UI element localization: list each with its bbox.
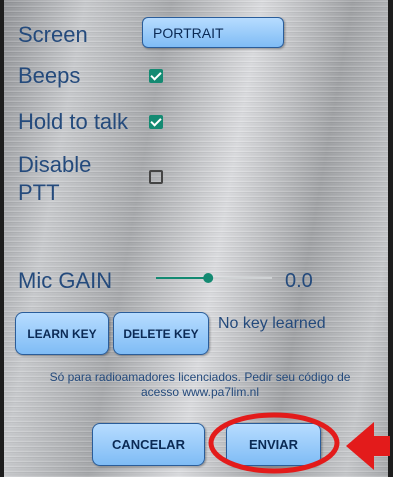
mic-gain-label: Mic GAIN — [18, 268, 113, 293]
beeps-checkbox[interactable] — [149, 69, 163, 83]
license-notice: Só para radioamadores licenciados. Pedir… — [20, 370, 380, 400]
screen-orientation-select[interactable]: PORTRAIT — [142, 17, 284, 48]
mic-gain-value: 0.0 — [285, 270, 313, 292]
slider-thumb[interactable] — [203, 273, 214, 283]
screen-label: Screen — [18, 22, 88, 47]
delete-key-button[interactable]: DELETE KEY — [113, 312, 209, 355]
learn-key-button[interactable]: LEARN KEY — [15, 312, 109, 355]
disable-ptt-checkbox[interactable] — [149, 170, 163, 184]
license-notice-line2: acesso www.pa7lim.nl — [140, 385, 260, 399]
highlight-circle — [208, 412, 340, 474]
screen-orientation-value: PORTRAIT — [153, 24, 224, 41]
hold-to-talk-label: Hold to talk — [18, 109, 129, 134]
key-status-text: No key learned — [218, 315, 326, 332]
disable-ptt-label-line1: Disable — [18, 152, 92, 177]
license-notice-line1: Só para radioamadores licenciados. Pedir… — [49, 370, 351, 384]
disable-ptt-label-line2: PTT — [18, 180, 60, 205]
left-edge — [0, 0, 4, 477]
cancel-button[interactable]: CANCELAR — [92, 423, 205, 466]
beeps-label: Beeps — [18, 63, 81, 88]
hold-to-talk-checkbox[interactable] — [149, 115, 163, 129]
mic-gain-slider[interactable] — [150, 266, 278, 290]
right-edge — [388, 0, 393, 477]
arrow-icon — [346, 422, 390, 470]
